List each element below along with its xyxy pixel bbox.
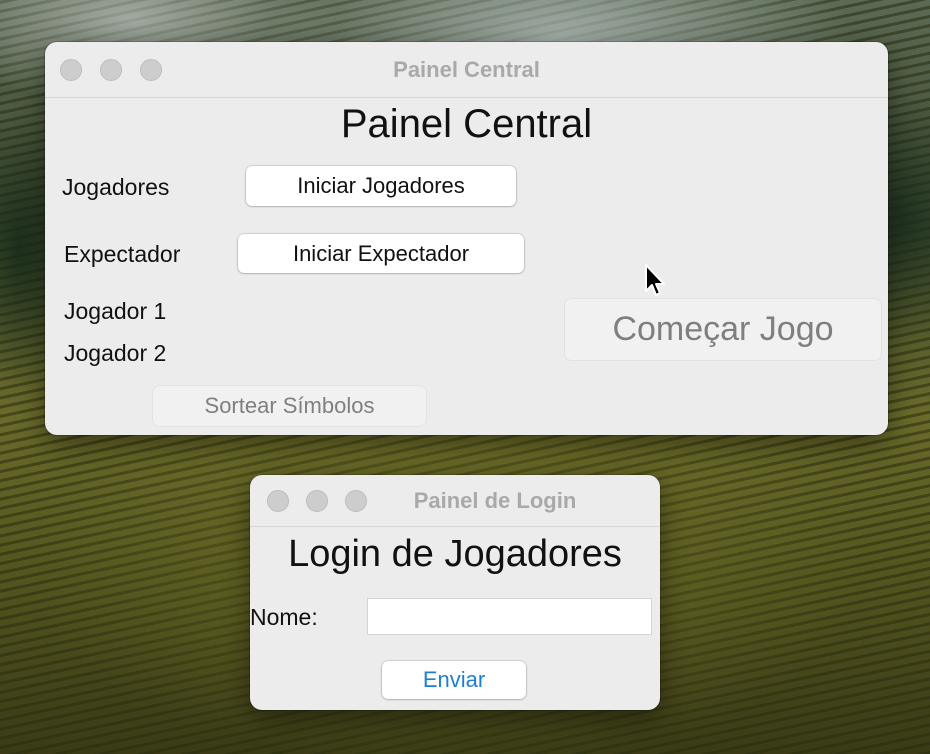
iniciar-jogadores-button[interactable]: Iniciar Jogadores [246, 166, 516, 206]
nome-label: Nome: [250, 604, 318, 630]
painel-central-titlebar[interactable]: Painel Central [45, 42, 888, 98]
painel-central-window: Painel Central Painel Central Jogadores … [45, 42, 888, 435]
nome-input[interactable] [367, 598, 652, 635]
mouse-pointer-icon [645, 264, 665, 296]
page-title: Painel Central [340, 102, 593, 146]
window-title: Painel de Login [413, 488, 577, 513]
window-title: Painel Central [393, 57, 540, 82]
enviar-button[interactable]: Enviar [382, 661, 526, 699]
expectador-label: Expectador [64, 241, 181, 267]
jogador-1-label: Jogador 1 [64, 298, 167, 324]
minimize-window-button[interactable] [306, 490, 328, 512]
jogador-2-label: Jogador 2 [64, 340, 167, 366]
sortear-simbolos-button[interactable]: Sortear Símbolos [153, 386, 426, 426]
jogadores-label: Jogadores [62, 174, 170, 200]
comecar-jogo-button[interactable]: Começar Jogo [565, 299, 881, 360]
login-heading: Login de Jogadores [288, 533, 622, 575]
iniciar-expectador-button[interactable]: Iniciar Expectador [238, 234, 524, 273]
painel-login-window: Painel de Login Login de Jogadores Nome:… [250, 475, 660, 710]
painel-login-titlebar[interactable]: Painel de Login [250, 475, 660, 527]
close-window-button[interactable] [267, 490, 289, 512]
